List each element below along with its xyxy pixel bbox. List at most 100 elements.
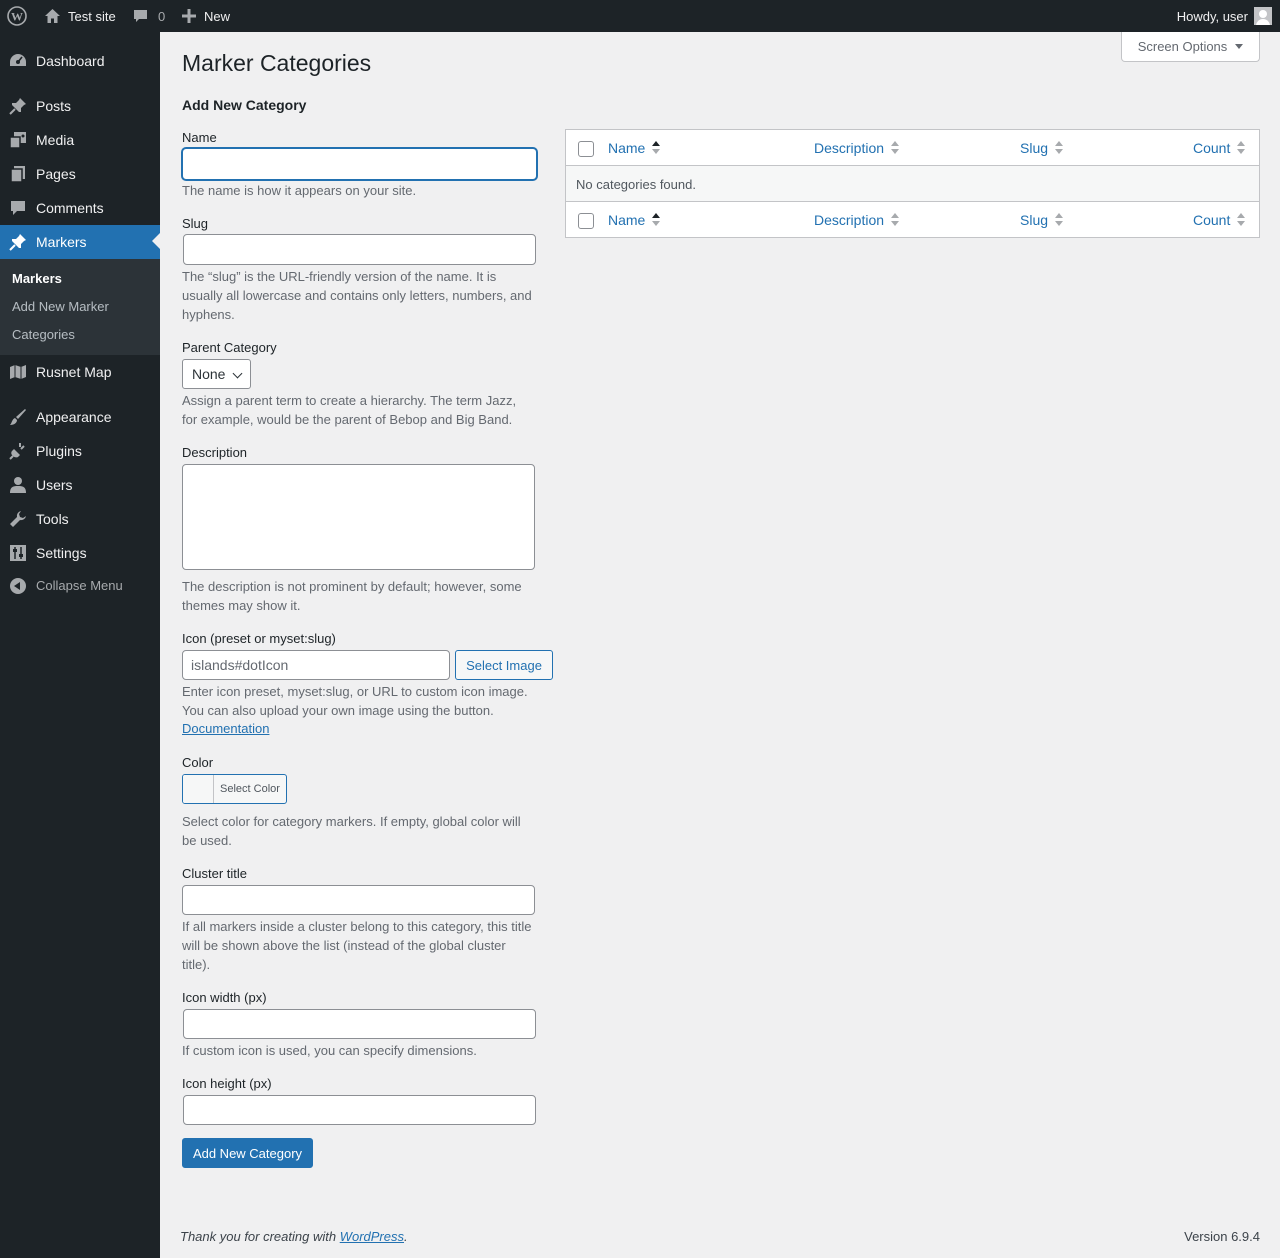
description-label: Description <box>182 445 248 460</box>
howdy-text: Howdy, user <box>1176 8 1248 24</box>
submenu-item-markers[interactable]: Markers <box>12 271 62 286</box>
column-count[interactable]: Count <box>1193 212 1246 228</box>
collapse-icon <box>10 578 26 594</box>
parent-category-value: None <box>192 366 226 382</box>
description-textarea[interactable] <box>182 464 535 570</box>
menu-item-plugins[interactable]: Plugins <box>0 434 160 468</box>
wrench-icon <box>10 511 26 527</box>
select-all-checkbox[interactable] <box>578 141 594 157</box>
menu-item-rusnet-map[interactable]: Rusnet Map <box>0 355 160 389</box>
menu-label: Users <box>36 477 73 493</box>
admin-menu: Dashboard Posts Media Pages Comments Mar… <box>0 32 160 1258</box>
icon-height-input[interactable] <box>183 1095 536 1125</box>
menu-item-comments[interactable]: Comments <box>0 191 160 225</box>
comment-icon <box>11 201 25 215</box>
form-title: Add New Category <box>182 97 307 113</box>
documentation-link[interactable]: Documentation <box>182 721 269 736</box>
collapse-menu-button[interactable]: Collapse Menu <box>0 568 160 602</box>
site-name-link[interactable]: Test site <box>44 0 116 32</box>
wordpress-logo-icon[interactable]: W <box>7 0 27 32</box>
menu-item-appearance[interactable]: Appearance <box>0 400 160 434</box>
column-name[interactable]: Name <box>608 140 661 156</box>
slug-label: Slug <box>182 216 209 231</box>
select-image-button[interactable]: Select Image <box>455 650 553 680</box>
column-slug[interactable]: Slug <box>1020 212 1064 228</box>
footer-thanks-prefix: Thank you for creating with <box>180 1229 340 1244</box>
table-row: No categories found. <box>566 166 1259 201</box>
sort-icon <box>1236 213 1246 227</box>
color-label: Color <box>182 755 214 770</box>
submenu-item-add-new-marker[interactable]: Add New Marker <box>12 299 109 314</box>
menu-label: Plugins <box>36 443 82 459</box>
slug-input[interactable] <box>183 234 536 265</box>
parent-category-select[interactable]: None <box>182 359 251 389</box>
menu-item-tools[interactable]: Tools <box>0 502 160 536</box>
sort-icon <box>651 213 661 227</box>
column-label: Name <box>608 140 646 156</box>
column-label: Description <box>814 140 885 156</box>
column-description[interactable]: Description <box>814 212 900 228</box>
cluster-title-label: Cluster title <box>182 866 248 881</box>
menu-item-posts[interactable]: Posts <box>0 89 160 123</box>
svg-text:W: W <box>11 10 23 24</box>
menu-item-users[interactable]: Users <box>0 468 160 502</box>
wordpress-link[interactable]: WordPress <box>340 1229 404 1244</box>
icon-label: Icon (preset or myset:slug) <box>182 631 336 646</box>
color-swatch <box>183 775 214 803</box>
settings-icon <box>10 545 26 561</box>
column-label: Slug <box>1020 212 1049 228</box>
column-slug[interactable]: Slug <box>1020 140 1064 156</box>
menu-item-settings[interactable]: Settings <box>0 536 160 570</box>
icon-size-help: If custom icon is used, you can specify … <box>182 1043 477 1058</box>
chevron-down-icon <box>232 368 243 379</box>
menu-label: Tools <box>36 511 69 527</box>
icon-height-label: Icon height (px) <box>182 1076 272 1091</box>
column-description[interactable]: Description <box>814 140 900 156</box>
sort-icon <box>1236 141 1246 155</box>
submenu-item-categories[interactable]: Categories <box>12 327 75 342</box>
admin-bar: W Test site 0 New Howdy, user <box>0 0 1280 32</box>
avatar <box>1254 7 1272 25</box>
empty-message: No categories found. <box>576 177 696 192</box>
menu-item-dashboard[interactable]: Dashboard <box>0 44 160 78</box>
media-icon <box>9 132 26 149</box>
menu-item-pages[interactable]: Pages <box>0 157 160 191</box>
name-help: The name is how it appears on your site. <box>182 183 417 198</box>
description-help: The description is not prominent by defa… <box>182 579 522 613</box>
menu-item-media[interactable]: Media <box>0 123 160 157</box>
account-menu[interactable]: Howdy, user <box>1177 0 1272 32</box>
footer-thanks-suffix: . <box>404 1229 408 1244</box>
add-new-category-button[interactable]: Add New Category <box>182 1138 313 1168</box>
cluster-title-input[interactable] <box>182 885 535 915</box>
column-label: Count <box>1193 140 1231 156</box>
name-label: Name <box>182 130 217 145</box>
plus-icon <box>182 9 196 23</box>
footer-thanks: Thank you for creating with WordPress. <box>180 1229 408 1244</box>
brush-icon <box>10 409 26 425</box>
icon-width-input[interactable] <box>183 1009 536 1039</box>
column-label: Slug <box>1020 140 1049 156</box>
plug-icon <box>9 443 25 460</box>
comment-icon <box>134 10 147 22</box>
column-label: Count <box>1193 212 1231 228</box>
site-name: Test site <box>68 8 116 24</box>
comments-count: 0 <box>158 8 166 24</box>
select-all-checkbox[interactable] <box>578 213 594 229</box>
table-footer: Name Description Slug Count <box>566 201 1259 237</box>
menu-label: Appearance <box>36 409 112 425</box>
menu-label: Pages <box>36 166 76 182</box>
icon-input[interactable] <box>182 650 450 680</box>
new-label: New <box>204 8 231 24</box>
menu-label: Dashboard <box>36 53 105 69</box>
select-color-button[interactable]: Select Color <box>182 774 287 804</box>
home-icon <box>45 9 60 23</box>
comments-link[interactable]: 0 <box>133 0 165 32</box>
menu-item-markers[interactable]: Markers <box>0 225 160 259</box>
column-name[interactable]: Name <box>608 212 661 228</box>
column-count[interactable]: Count <box>1193 140 1246 156</box>
menu-label: Posts <box>36 98 72 114</box>
new-content-link[interactable]: New <box>182 0 230 32</box>
name-input[interactable] <box>182 148 537 180</box>
screen-options-button[interactable]: Screen Options <box>1121 32 1260 62</box>
map-icon <box>10 365 26 379</box>
